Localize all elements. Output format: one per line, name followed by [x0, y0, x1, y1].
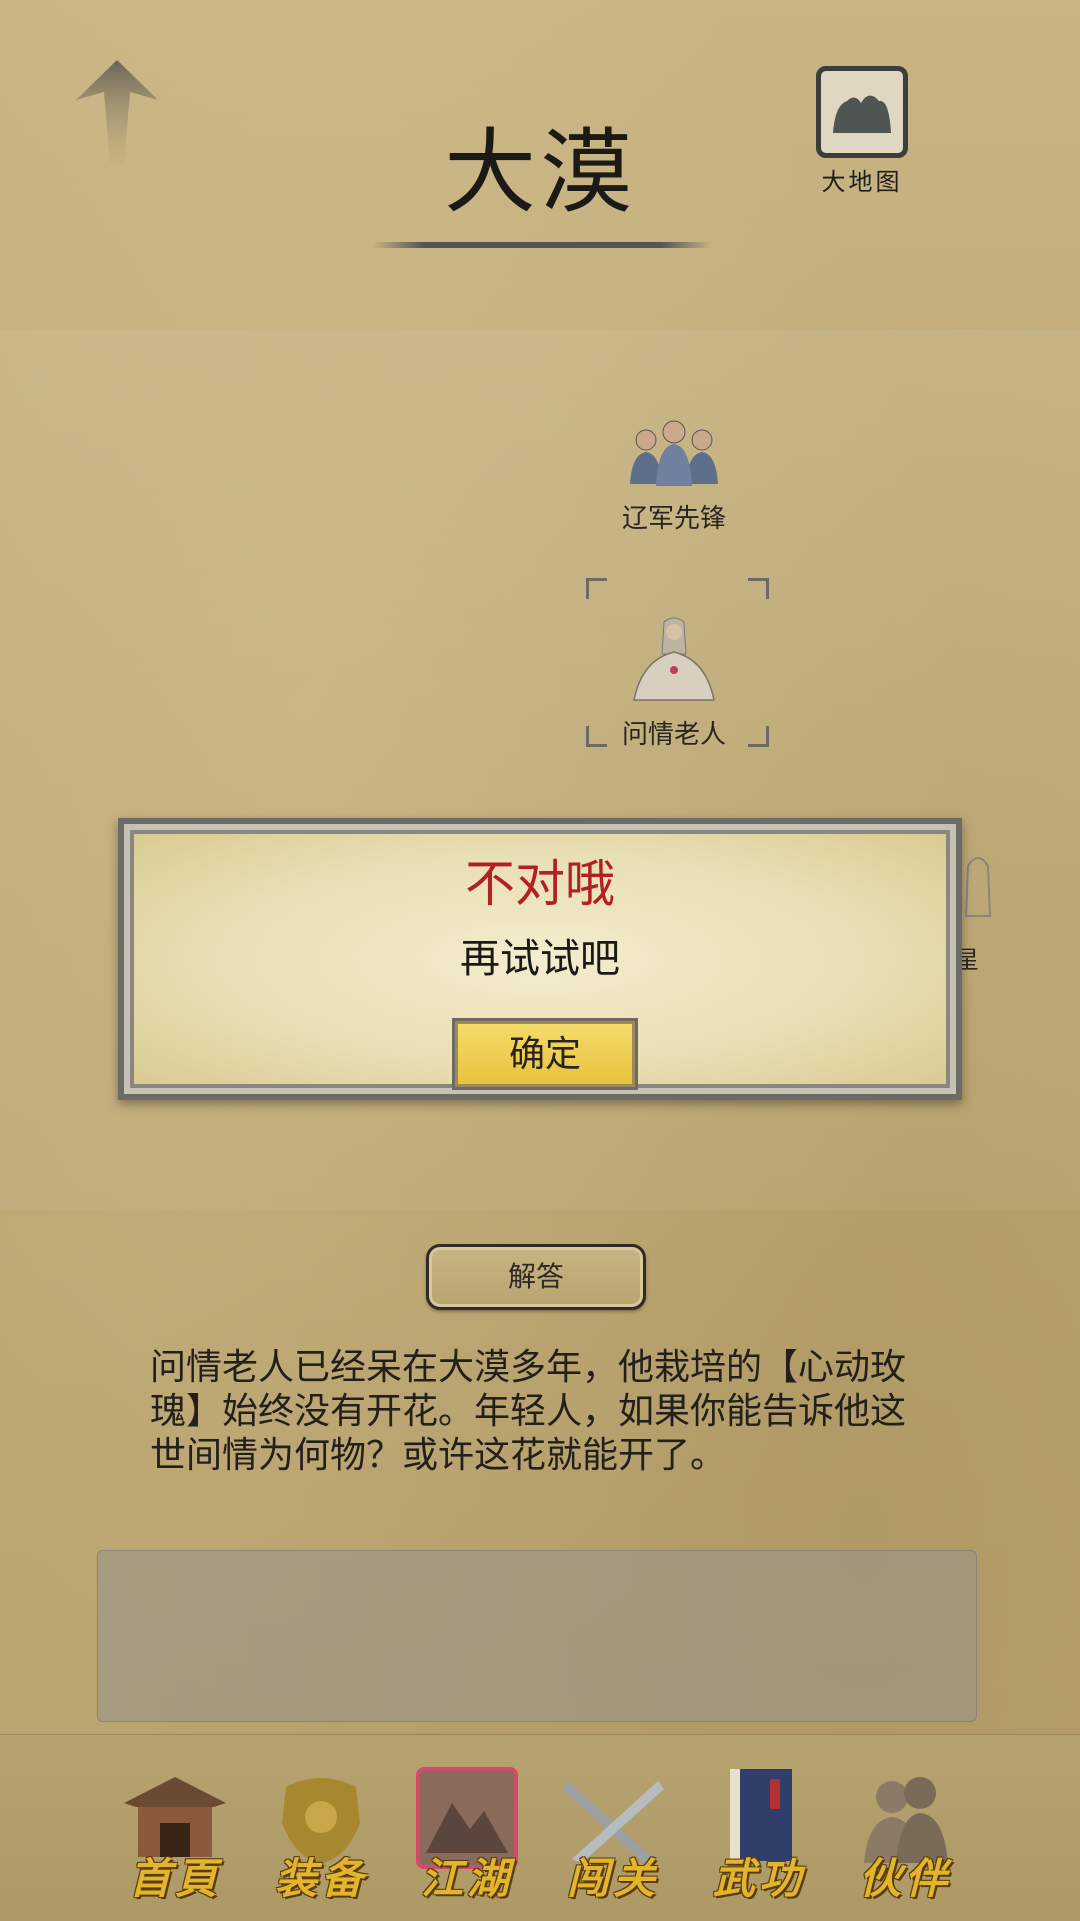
npc-label: 问情老人 [621, 720, 726, 750]
dialog-title: 不对哦 [465, 855, 615, 913]
tab-label: 装备 [274, 1854, 367, 1903]
title-underline [372, 242, 712, 248]
mountain-icon [816, 66, 908, 158]
tab-partners[interactable]: 伙伴 [840, 1763, 970, 1909]
selection-corner [586, 578, 607, 599]
world-map-label: 大地图 [821, 168, 903, 196]
tab-equipment[interactable]: 装备 [256, 1763, 386, 1909]
header: 大漠 大地图 [0, 0, 1080, 330]
answer-button[interactable]: 解答 [426, 1244, 646, 1310]
tab-challenge[interactable]: 闯关 [548, 1763, 678, 1909]
tab-label: 首頁 [128, 1854, 221, 1903]
npc-label: 辽军先锋 [621, 504, 726, 534]
npc-liao-vanguard[interactable]: 辽军先锋 [614, 414, 734, 535]
tab-label: 伙伴 [858, 1854, 951, 1903]
game-screen: 大漠 大地图 辽军先锋 问情老人 星 解答 问情老人已经呆在大漠多年，他栽培的【… [0, 0, 1080, 1921]
result-dialog: 不对哦 再试试吧 确定 [118, 818, 962, 1100]
npc-wenqing-elder[interactable]: 问情老人 [614, 614, 734, 751]
selection-corner [748, 578, 769, 599]
selection-corner [586, 726, 607, 747]
dialog-message: 再试试吧 [460, 936, 620, 982]
answer-input[interactable] [97, 1550, 977, 1722]
page-title: 大漠 [443, 119, 636, 226]
bottom-tab-bar: 首頁 装备 江湖 闯关 武功 伙伴 [0, 1734, 1080, 1921]
tab-label: 江湖 [420, 1854, 513, 1903]
quest-description: 问情老人已经呆在大漠多年，他栽培的【心动玫瑰】始终没有开花。年轻人，如果你能告诉… [150, 1347, 907, 1476]
tab-label: 武功 [712, 1854, 805, 1903]
selection-corner [748, 726, 769, 747]
tab-home[interactable]: 首頁 [110, 1763, 240, 1909]
confirm-button[interactable]: 确定 [452, 1018, 638, 1090]
soldiers-icon [630, 420, 718, 486]
old-man-icon [633, 617, 715, 701]
tab-jianghu[interactable]: 江湖 [402, 1763, 532, 1909]
tab-label: 闯关 [566, 1854, 659, 1903]
tab-martial-arts[interactable]: 武功 [694, 1763, 824, 1909]
world-map-button[interactable]: 大地图 [812, 66, 912, 197]
partial-npc-icon [958, 846, 998, 918]
